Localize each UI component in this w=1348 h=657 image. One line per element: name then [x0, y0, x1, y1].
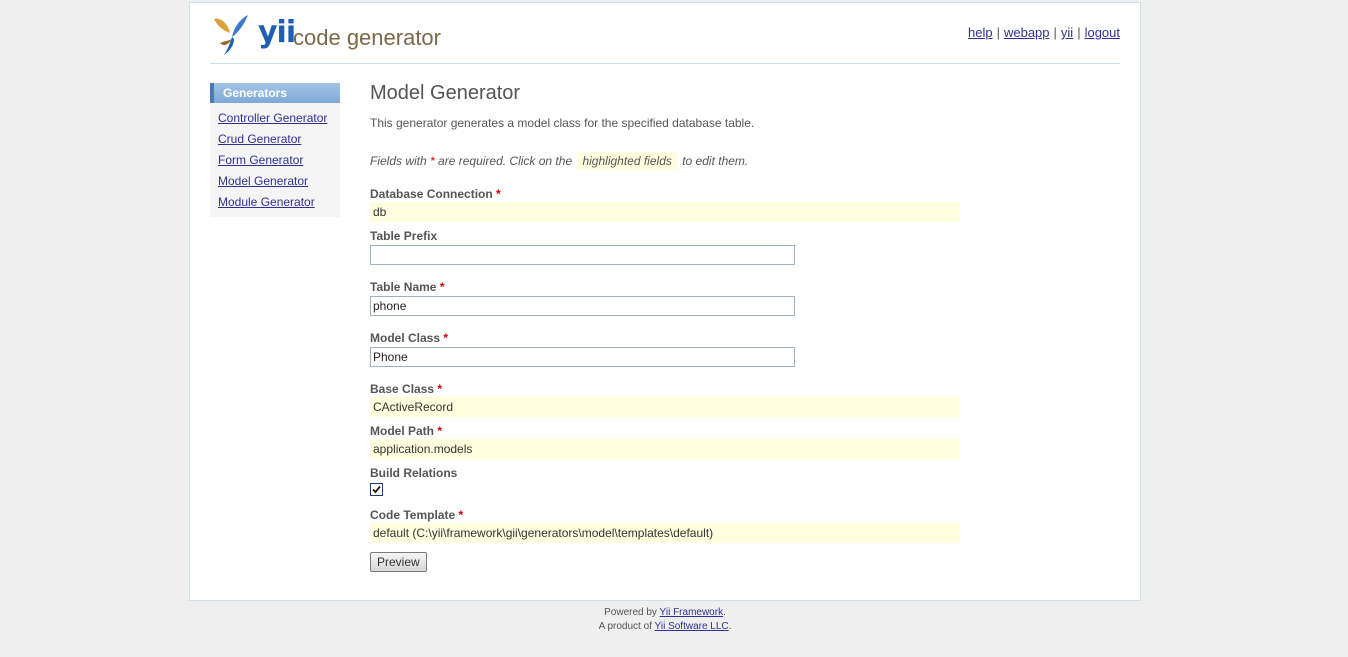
- footer: Powered by Yii Framework. A product of Y…: [0, 606, 1330, 634]
- nav-separator: |: [1053, 25, 1057, 40]
- db-connection-label: Database Connection *: [370, 187, 501, 201]
- yii-framework-link[interactable]: Yii Framework: [660, 607, 724, 618]
- logo-caption: code generator: [293, 25, 441, 50]
- page-description: This generator generates a model class f…: [370, 116, 755, 130]
- table-prefix-input[interactable]: [370, 245, 795, 265]
- sidebar-item-crud: Crud Generator: [218, 129, 340, 150]
- page-title: Model Generator: [370, 82, 521, 104]
- note-suffix: to edit them.: [682, 154, 749, 168]
- base-class-field: Base Class * CActiveRecord: [370, 381, 960, 417]
- crud-generator-link[interactable]: Crud Generator: [218, 132, 301, 146]
- top-nav: help | webapp | yii | logout: [968, 25, 1120, 40]
- sidebar-item-controller: Controller Generator: [218, 108, 340, 129]
- sidebar-title: Generators: [210, 83, 340, 103]
- yii-software-link[interactable]: Yii Software LLC: [655, 621, 729, 632]
- preview-button[interactable]: Preview: [370, 552, 427, 572]
- checkmark-icon: [372, 485, 381, 494]
- note-mid: are required. Click on the: [438, 154, 573, 168]
- table-name-label: Table Name *: [370, 280, 445, 294]
- nav-webapp-link[interactable]: webapp: [1004, 25, 1050, 40]
- model-class-field: Model Class *: [370, 330, 795, 367]
- model-path-label: Model Path *: [370, 424, 443, 438]
- note-highlight: highlighted fields: [577, 152, 677, 170]
- code-template-field: Code Template * default (C:\yii\framewor…: [370, 507, 960, 543]
- model-class-label: Model Class *: [370, 331, 449, 345]
- sidebar-item-form: Form Generator: [218, 150, 340, 171]
- sidebar-item-model: Model Generator: [218, 171, 340, 192]
- base-class-label: Base Class *: [370, 382, 443, 396]
- butterfly-icon: [214, 15, 248, 55]
- footer-powered-line: Powered by Yii Framework.: [604, 607, 726, 618]
- sidebar: Generators Controller Generator Crud Gen…: [210, 83, 340, 217]
- main-content: Model Generator This generator generates…: [370, 79, 970, 172]
- required-note: Fields with * are required. Click on the…: [370, 150, 970, 172]
- build-relations-label: Build Relations: [370, 466, 458, 480]
- controller-generator-link[interactable]: Controller Generator: [218, 111, 327, 125]
- code-template-sticky-value[interactable]: default (C:\yii\framework\gii\generators…: [370, 523, 960, 543]
- build-relations-field: Build Relations: [370, 465, 457, 496]
- table-name-input[interactable]: [370, 296, 795, 316]
- db-connection-sticky-value[interactable]: db: [370, 202, 960, 222]
- base-class-sticky-value[interactable]: CActiveRecord: [370, 397, 960, 417]
- logo-yii-text: yii: [258, 15, 296, 50]
- model-generator-link[interactable]: Model Generator: [218, 174, 308, 188]
- header: yii code generator help | webapp | yii | logou…: [210, 11, 1120, 64]
- nav-help-link[interactable]: help: [968, 25, 993, 40]
- nav-logout-link[interactable]: logout: [1085, 25, 1120, 40]
- model-class-input[interactable]: [370, 347, 795, 367]
- code-template-label: Code Template *: [370, 508, 464, 522]
- note-prefix: Fields with: [370, 154, 427, 168]
- model-path-field: Model Path * application.models: [370, 423, 960, 459]
- table-prefix-field: Table Prefix: [370, 228, 795, 265]
- db-connection-field: Database Connection * db: [370, 186, 960, 222]
- sidebar-item-module: Module Generator: [218, 192, 340, 213]
- form-generator-link[interactable]: Form Generator: [218, 153, 303, 167]
- page-container: yii code generator help | webapp | yii | logou…: [189, 2, 1141, 601]
- build-relations-checkbox[interactable]: [370, 483, 383, 496]
- nav-yii-link[interactable]: yii: [1061, 25, 1073, 40]
- module-generator-link[interactable]: Module Generator: [218, 195, 315, 209]
- note-required-star: *: [430, 154, 435, 168]
- nav-separator: |: [1077, 25, 1081, 40]
- table-prefix-label: Table Prefix: [370, 229, 438, 243]
- model-path-sticky-value[interactable]: application.models: [370, 439, 960, 459]
- footer-product-line: A product of Yii Software LLC.: [598, 621, 732, 632]
- generator-list: Controller Generator Crud Generator Form…: [210, 108, 340, 213]
- yii-logo: yii code generator: [210, 13, 460, 57]
- nav-separator: |: [996, 25, 1000, 40]
- table-name-field: Table Name *: [370, 279, 795, 316]
